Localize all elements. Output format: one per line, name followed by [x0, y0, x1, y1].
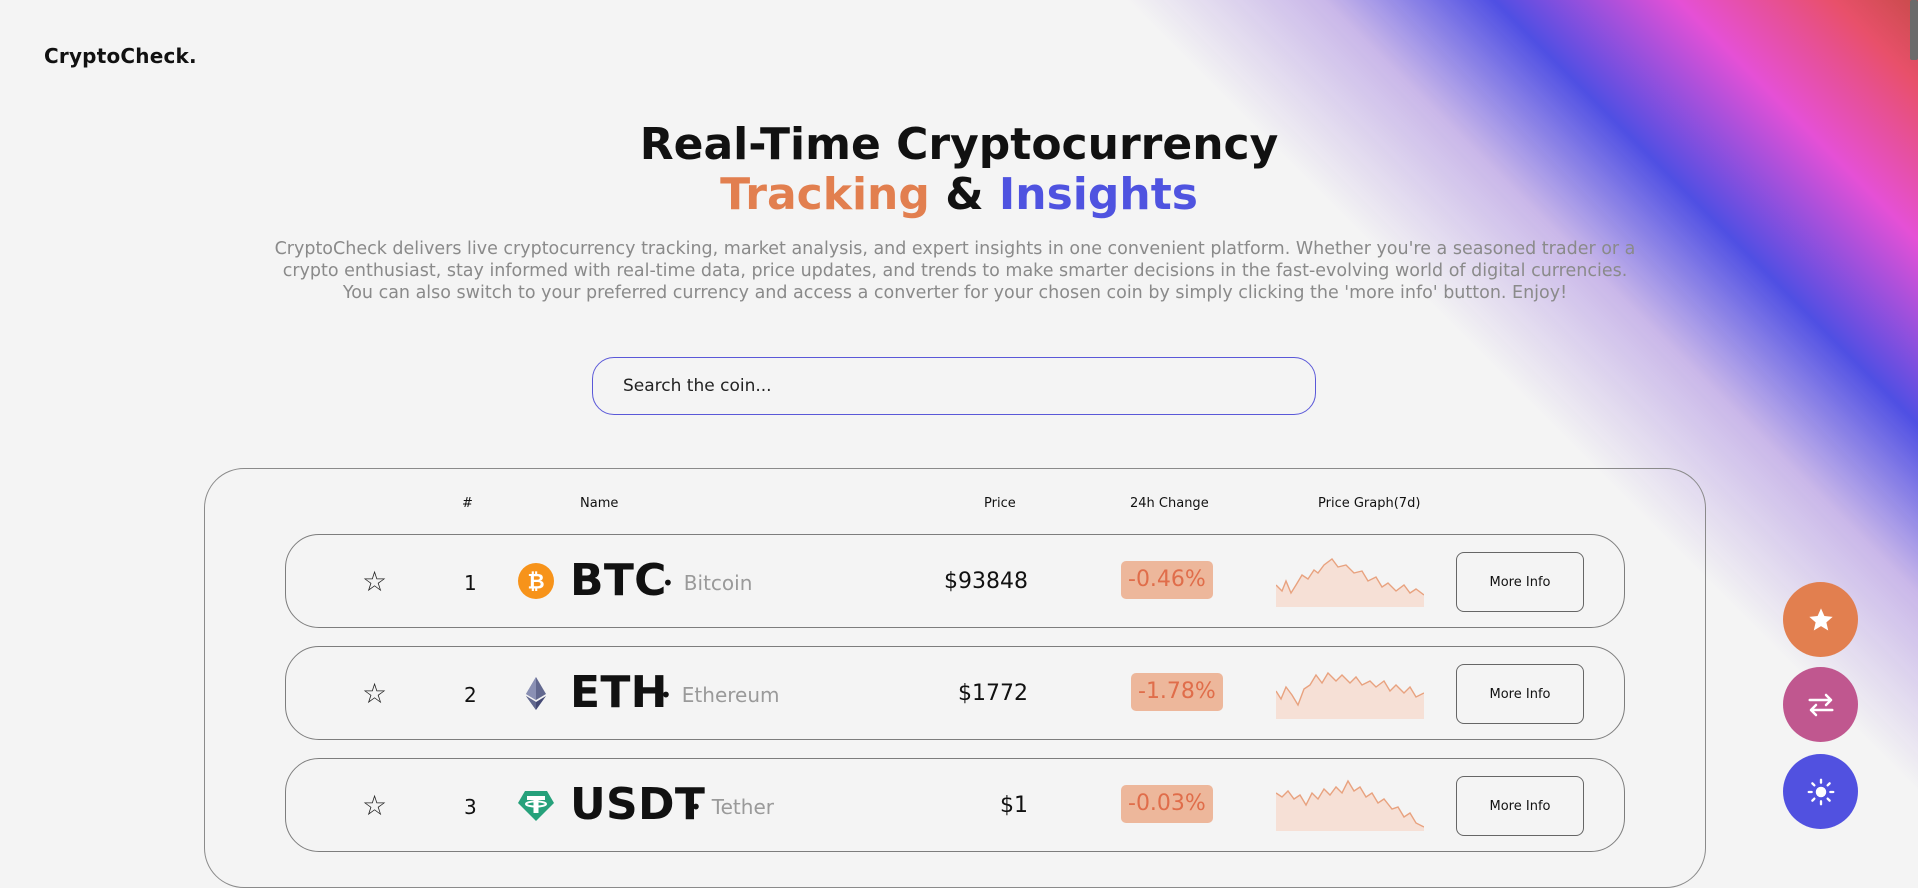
price-sparkline — [1276, 671, 1424, 719]
separator-dot: • — [690, 795, 702, 819]
favorite-star-icon[interactable]: ☆ — [362, 789, 387, 822]
tether-icon — [518, 791, 554, 821]
coin-rank: 1 — [464, 571, 477, 595]
more-info-button[interactable]: More Info — [1456, 664, 1584, 724]
coin-price: $1772 — [958, 681, 1028, 706]
coin-symbol: BTC — [570, 555, 667, 606]
brand-logo[interactable]: CryptoCheck. — [44, 44, 197, 68]
coin-name-label: Bitcoin — [683, 571, 753, 595]
coin-row-usdt[interactable]: ☆ 3 USDT • Tether $1 -0.03% More Info — [285, 758, 1625, 852]
swap-arrows-icon — [1808, 693, 1833, 716]
coin-price: $1 — [1000, 793, 1028, 818]
svg-text:₿: ₿ — [527, 570, 544, 594]
header-price: Price — [984, 496, 1016, 511]
coin-name-label: Ethereum — [681, 683, 780, 707]
header-price-graph: Price Graph(7d) — [1318, 496, 1421, 511]
change-badge: -0.03% — [1121, 785, 1213, 823]
coin-name: • Ethereum — [660, 683, 780, 707]
coin-symbol: ETH — [570, 667, 668, 718]
coin-row-btc[interactable]: ☆ 1 ₿ BTC • Bitcoin $93848 -0.46% More In… — [285, 534, 1625, 628]
favorite-star-icon[interactable]: ☆ — [362, 677, 387, 710]
ethereum-icon — [526, 677, 546, 710]
coin-name: • Bitcoin — [662, 571, 752, 595]
header-24h-change: 24h Change — [1130, 496, 1209, 511]
separator-dot: • — [662, 571, 674, 595]
scrollbar-thumb[interactable] — [1910, 0, 1918, 60]
hero: Real-Time Cryptocurrency Tracking & Insi… — [0, 120, 1918, 220]
hero-title-line1: Real-Time Cryptocurrency — [639, 119, 1279, 170]
theme-toggle-fab[interactable] — [1783, 754, 1858, 829]
separator-dot: • — [660, 683, 672, 707]
coin-rank: 2 — [464, 683, 477, 707]
coin-name-label: Tether — [711, 795, 774, 819]
favorites-fab[interactable] — [1783, 582, 1858, 657]
coin-symbol: USDT — [570, 779, 706, 830]
price-sparkline — [1276, 779, 1424, 831]
coin-price: $93848 — [944, 569, 1028, 594]
more-info-button[interactable]: More Info — [1456, 776, 1584, 836]
header-name: Name — [580, 496, 619, 511]
converter-fab[interactable] — [1783, 667, 1858, 742]
sun-icon — [1807, 778, 1834, 805]
search-input[interactable] — [592, 357, 1316, 415]
coin-rank: 3 — [464, 795, 477, 819]
change-badge: -1.78% — [1131, 673, 1223, 711]
hero-title: Real-Time Cryptocurrency Tracking & Insi… — [0, 120, 1918, 220]
hero-title-insights: Insights — [998, 169, 1198, 220]
star-icon — [1808, 607, 1833, 630]
price-sparkline — [1276, 558, 1424, 607]
more-info-button[interactable]: More Info — [1456, 552, 1584, 612]
bitcoin-icon: ₿ — [518, 563, 554, 599]
favorite-star-icon[interactable]: ☆ — [362, 565, 387, 598]
hero-description: CryptoCheck delivers live cryptocurrency… — [274, 239, 1636, 303]
coin-name: • Tether — [690, 795, 774, 819]
coin-row-eth[interactable]: ☆ 2 ETH • Ethereum $1772 -1.78% More Info — [285, 646, 1625, 740]
header-rank: # — [462, 496, 473, 511]
change-badge: -0.46% — [1121, 561, 1213, 599]
hero-title-amp: & — [945, 169, 984, 220]
hero-title-tracking: Tracking — [720, 169, 930, 220]
